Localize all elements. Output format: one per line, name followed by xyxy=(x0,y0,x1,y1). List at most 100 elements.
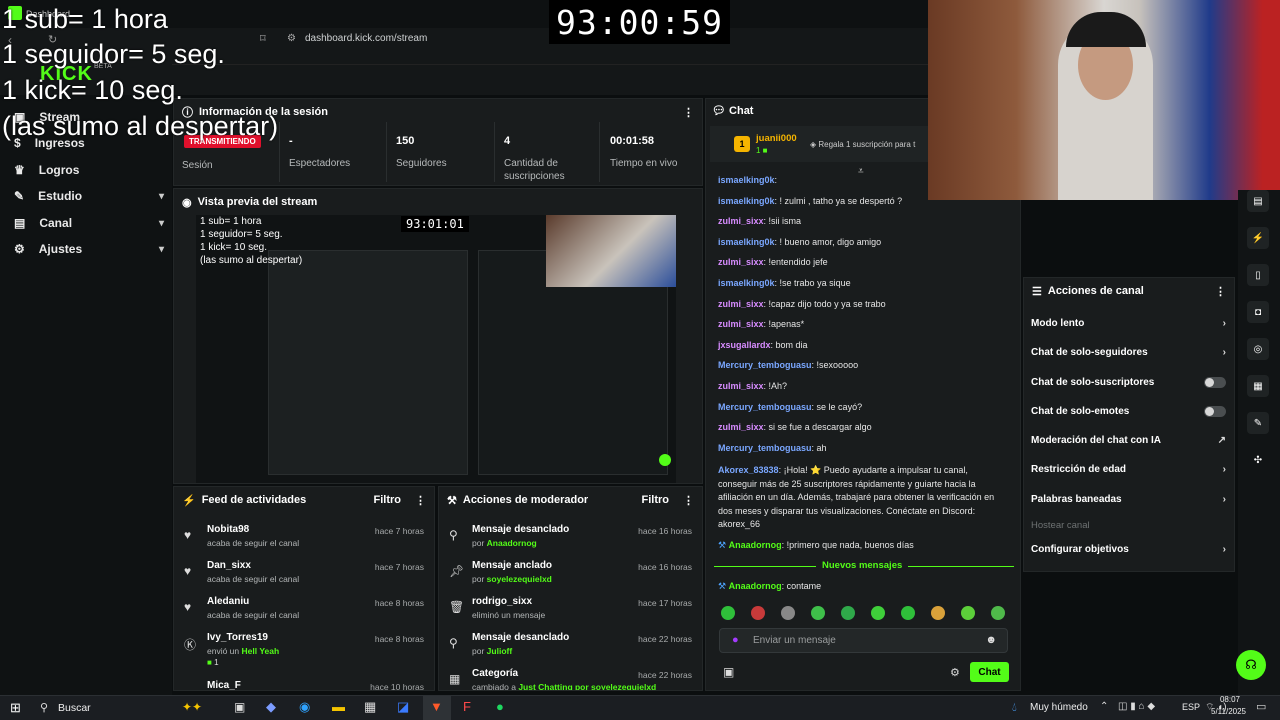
user-name[interactable]: zulmi_sixx xyxy=(718,319,764,329)
emote-icon[interactable] xyxy=(931,606,945,620)
more-icon[interactable]: ⋮ xyxy=(415,494,426,507)
taskbar-search[interactable]: Buscar xyxy=(58,702,91,714)
gift-icon[interactable]: ▣ xyxy=(723,665,734,679)
action-prefix: por xyxy=(472,574,485,584)
sidebar-item-canal[interactable]: ▤ Canal ▾ xyxy=(14,216,164,230)
more-icon[interactable]: ⋮ xyxy=(683,494,694,507)
user-name[interactable]: Anaadornog xyxy=(729,540,782,550)
user-name[interactable]: zulmi_sixx xyxy=(718,299,764,309)
emote-icon[interactable] xyxy=(871,606,885,620)
emote-icon[interactable] xyxy=(841,606,855,620)
emote-icon[interactable] xyxy=(781,606,795,620)
action-configure-goals[interactable]: Configurar objetivos › xyxy=(1031,544,1226,555)
action-slow-mode[interactable]: Modo lento › xyxy=(1031,318,1226,329)
overlay-line: 1 sub= 1 hora xyxy=(200,216,262,227)
user-name[interactable]: Anaadornog xyxy=(729,581,782,591)
new-messages-label[interactable]: Nuevos mensajes xyxy=(816,560,909,571)
spotify-icon[interactable]: ● xyxy=(496,699,504,714)
user-name[interactable]: Nobita98 xyxy=(207,524,249,535)
user-name[interactable]: ismaelking0k xyxy=(718,196,775,206)
sidebar-item-ajustes[interactable]: ⚙ Ajustes ▾ xyxy=(14,242,164,256)
action-followers-only[interactable]: Chat de solo-seguidores › xyxy=(1031,347,1226,358)
user-name[interactable]: Dan_sixx xyxy=(207,560,251,571)
user-name[interactable]: ismaelking0k xyxy=(718,237,775,247)
emote-icon[interactable] xyxy=(991,606,1005,620)
user-name[interactable]: Akorex_83838 xyxy=(718,465,779,475)
user-name[interactable]: soyelezequielxd xyxy=(487,574,552,584)
user-name[interactable]: Mercury_temboguasu xyxy=(718,443,812,453)
clock-time[interactable]: 08:07 xyxy=(1200,695,1240,704)
outlook-icon[interactable]: ◪ xyxy=(397,699,409,715)
user-name[interactable]: Ivy_Torres19 xyxy=(207,632,268,643)
bookmark-icon[interactable]: ⌑ xyxy=(260,32,266,45)
toggle-switch[interactable] xyxy=(1204,377,1226,388)
action-banned-words[interactable]: Palabras baneadas › xyxy=(1031,494,1226,505)
bolt-icon[interactable]: ⚡ xyxy=(1247,227,1269,249)
user-name[interactable]: zulmi_sixx xyxy=(718,216,764,226)
user-name[interactable]: zulmi_sixx xyxy=(718,381,764,391)
filter-button[interactable]: Filtro xyxy=(642,494,670,506)
chevron-up-icon[interactable]: ⌃ xyxy=(1100,701,1108,712)
user-name[interactable]: Aledaniu xyxy=(207,596,249,607)
action-age-restriction[interactable]: Restricción de edad › xyxy=(1031,464,1226,475)
windows-start-icon[interactable]: ⊞ xyxy=(10,700,21,716)
toggle-switch[interactable] xyxy=(1204,406,1226,417)
edge-icon[interactable]: ◉ xyxy=(299,699,310,715)
user-name[interactable]: zulmi_sixx xyxy=(718,422,764,432)
emote-icon[interactable] xyxy=(961,606,975,620)
broadcast-icon[interactable]: ◎ xyxy=(1247,338,1269,360)
filter-button[interactable]: Filtro xyxy=(374,494,402,506)
user-name[interactable]: jxsugallardx xyxy=(718,340,771,350)
notification-icon[interactable]: ▭ xyxy=(1256,700,1266,713)
user-name[interactable]: juanii000 xyxy=(756,133,797,144)
user-name[interactable]: Mercury_temboguasu xyxy=(718,402,812,412)
site-info-icon[interactable]: ⚙ xyxy=(287,33,296,44)
tray-icons[interactable]: ◫ ▮ ⌂ ◆ xyxy=(1118,701,1155,712)
panel-header: ⚒ Acciones de moderador Filtro ⋮ xyxy=(439,487,702,513)
user-name[interactable]: ismaelking0k xyxy=(718,278,775,288)
send-chat-button[interactable]: Chat xyxy=(970,662,1009,682)
chat-icon[interactable]: ◘ xyxy=(1247,301,1269,323)
more-icon[interactable]: ⋮ xyxy=(683,106,694,119)
emote-icon[interactable] xyxy=(751,606,765,620)
action-label: Configurar objetivos xyxy=(1031,544,1129,555)
collapse-icon[interactable]: ⩡ xyxy=(858,166,864,177)
puzzle-icon[interactable]: ✣ xyxy=(1247,449,1269,471)
clock-date[interactable]: 5/11/2025 xyxy=(1200,707,1246,716)
emote-icon[interactable] xyxy=(901,606,915,620)
wrench-icon[interactable]: ✎ xyxy=(1247,412,1269,434)
layout-icon[interactable]: ▦ xyxy=(1247,375,1269,397)
user-name[interactable]: Mercury_temboguasu xyxy=(718,360,812,370)
folder-icon[interactable]: ▬ xyxy=(332,699,345,714)
user-name[interactable]: Anaadornog xyxy=(487,538,537,548)
user-name[interactable]: zulmi_sixx xyxy=(718,257,764,267)
address-bar[interactable]: dashboard.kick.com/stream xyxy=(305,33,427,44)
copilot-icon[interactable]: ◆ xyxy=(266,699,276,715)
action-ai-moderation[interactable]: Moderación del chat con IA ↗ xyxy=(1031,435,1226,446)
language-indicator[interactable]: ESP xyxy=(1182,702,1200,712)
sidebar-item-estudio[interactable]: ✎ Estudio ▾ xyxy=(14,189,164,203)
rail-button-icon[interactable]: ▤ xyxy=(1247,190,1269,212)
brave-icon[interactable]: ▼ xyxy=(430,699,443,714)
user-name[interactable]: Mica_F xyxy=(207,680,241,690)
user-name[interactable]: ismaelking0k xyxy=(718,175,775,185)
user-name[interactable]: Julioff xyxy=(487,646,513,656)
user-name[interactable]: Just Chatting por soyelezequielxd xyxy=(518,682,656,690)
file-icon[interactable]: ▯ xyxy=(1247,264,1269,286)
emote-icon[interactable] xyxy=(811,606,825,620)
search-icon[interactable]: ⚲ xyxy=(40,701,48,714)
task-view-icon[interactable]: ▣ xyxy=(234,700,245,714)
more-icon[interactable]: ⋮ xyxy=(1215,285,1226,298)
support-headset-icon[interactable]: ☊ xyxy=(1236,650,1266,680)
chat-input[interactable]: ● Enviar un mensaje ☻ xyxy=(719,628,1008,653)
app-icon[interactable]: F xyxy=(463,699,471,714)
weather-text[interactable]: Muy húmedo xyxy=(1030,702,1088,713)
emoji-icon[interactable]: ☻ xyxy=(985,634,997,646)
store-icon[interactable]: ▦ xyxy=(364,699,376,715)
sidebar-item-logros[interactable]: ♛ Logros xyxy=(14,163,164,177)
action-label: Moderación del chat con IA xyxy=(1031,435,1162,446)
emote-icon[interactable] xyxy=(721,606,735,620)
stream-video[interactable]: 93:01:01 1 sub= 1 hora 1 seguidor= 5 seg… xyxy=(196,215,676,483)
mic-icon[interactable]: ● xyxy=(732,634,739,646)
chat-settings-icon[interactable]: ⚙ xyxy=(950,666,960,679)
